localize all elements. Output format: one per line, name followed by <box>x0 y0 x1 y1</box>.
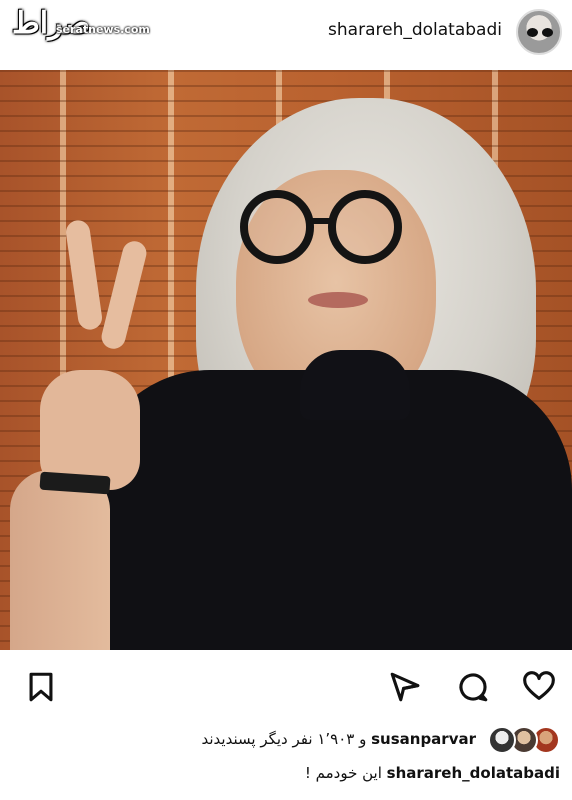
send-icon[interactable] <box>388 670 422 704</box>
post-image[interactable] <box>0 70 572 650</box>
caption-more[interactable]: ... <box>546 790 560 800</box>
watermark-site: seratnews.com <box>56 23 150 36</box>
post-actions <box>0 652 572 722</box>
post-username[interactable]: sharareh_dolatabadi <box>328 20 502 40</box>
likes-row[interactable]: susanparvar و ۱٬۹۰۳ نفر دیگر پسندیدند <box>0 722 572 758</box>
caption-username[interactable]: sharareh_dolatabadi <box>387 764 560 782</box>
profile-avatar[interactable] <box>516 9 562 55</box>
liker-username[interactable]: susanparvar <box>371 730 476 748</box>
avatar <box>488 726 516 754</box>
comment-icon[interactable] <box>456 670 490 704</box>
liker-avatars <box>484 726 560 754</box>
heart-icon[interactable] <box>522 670 556 704</box>
post-header: صراط seratnews.com sharareh_dolatabadi <box>0 0 572 66</box>
likes-count-text: و ۱٬۹۰۳ نفر دیگر پسندیدند <box>201 730 367 748</box>
watermark: صراط seratnews.com <box>8 6 150 48</box>
post-caption: sharareh_dolatabadi این خودمم ! ... <box>0 762 572 800</box>
likes-text: susanparvar و ۱٬۹۰۳ نفر دیگر پسندیدند <box>202 730 477 748</box>
bookmark-icon[interactable] <box>24 670 58 704</box>
caption-text: این خودمم ! <box>304 764 382 782</box>
caption-line: sharareh_dolatabadi این خودمم ! <box>305 764 560 782</box>
